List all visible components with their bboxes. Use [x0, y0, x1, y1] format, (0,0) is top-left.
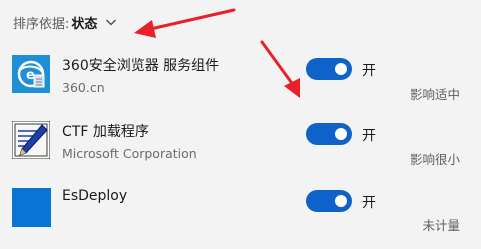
sort-dropdown[interactable]: 排序依据: 状态 — [13, 11, 117, 33]
startup-impact: 未计量 — [422, 218, 460, 233]
app-publisher: Microsoft Corporation — [62, 146, 197, 161]
360-browser-icon: e — [12, 55, 50, 93]
toggle-state-label: 开 — [362, 195, 376, 211]
app-publisher: 360.cn — [62, 80, 105, 95]
startup-toggle[interactable] — [306, 190, 352, 212]
ctf-loader-icon — [11, 120, 51, 160]
toggle-knob — [335, 63, 347, 75]
sort-label: 排序依据: — [13, 16, 70, 32]
sort-value: 状态 — [71, 16, 98, 32]
toggle-knob — [335, 128, 347, 140]
app-name: EsDeploy — [62, 188, 128, 204]
startup-app-row: e 360安全浏览器 服务组件 360.cn 开 影响适中 — [0, 55, 481, 111]
esdeploy-icon — [12, 188, 51, 227]
app-name: 360安全浏览器 服务组件 — [62, 58, 220, 74]
toggle-state-label: 开 — [362, 63, 376, 79]
chevron-down-icon — [106, 19, 117, 26]
toggle-state-label: 开 — [362, 128, 376, 144]
toggle-knob — [335, 195, 347, 207]
startup-app-row: CTF 加载程序 Microsoft Corporation 开 影响很小 — [0, 120, 481, 177]
startup-impact: 影响很小 — [409, 152, 460, 167]
startup-toggle[interactable] — [306, 58, 352, 80]
startup-impact: 影响适中 — [409, 87, 460, 102]
startup-toggle[interactable] — [306, 123, 352, 145]
annotation-arrow-sort — [134, 8, 236, 38]
startup-app-row: EsDeploy 开 未计量 — [0, 188, 481, 244]
app-name: CTF 加载程序 — [62, 124, 149, 140]
